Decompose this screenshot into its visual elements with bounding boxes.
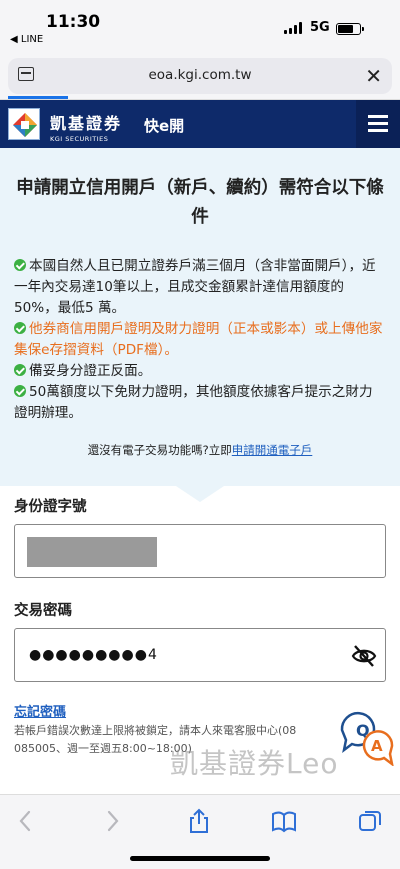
signal-strength-icon: [284, 22, 302, 34]
apply-e-account-link[interactable]: 申請開通電子戶: [232, 443, 313, 457]
status-bar: 11:30 ◀ LINE 5G: [0, 0, 400, 50]
notice-pointer: [176, 486, 224, 502]
password-input[interactable]: ●●●●●●●●●4: [14, 628, 386, 682]
tabs-icon[interactable]: [356, 807, 384, 835]
page-load-progress: [8, 96, 68, 99]
watermark: 凱基證券Leo: [170, 747, 339, 780]
check-circle-icon: [14, 322, 26, 334]
forgot-password-link[interactable]: 忘記密碼: [14, 701, 66, 720]
id-number-input[interactable]: [14, 524, 386, 578]
forward-arrow-icon[interactable]: [98, 807, 126, 835]
requirement-item: 備妥身分證正反面。: [14, 361, 384, 382]
back-arrow-icon[interactable]: [12, 807, 40, 835]
svg-text:A: A: [371, 737, 383, 755]
check-circle-icon: [14, 259, 26, 271]
check-circle-icon: [14, 385, 26, 397]
requirements-list: 本國自然人且已開立證券戶滿三個月（含非當面開戶），近一年內交易達10筆以上，且成…: [14, 256, 384, 424]
clock: 11:30: [46, 12, 101, 32]
share-icon[interactable]: [185, 807, 213, 835]
redacted-value: [27, 537, 157, 567]
notice-title: 申請開立信用開戶（新戶、續約）需符合以下條件: [16, 178, 384, 227]
kgi-logo-icon[interactable]: [8, 108, 40, 140]
quick-open-title: 快e開: [144, 117, 185, 135]
back-to-app-link[interactable]: ◀ LINE: [10, 34, 43, 45]
address-field[interactable]: eoa.kgi.com.tw ✕: [8, 58, 392, 94]
qa-chat-bubble-icon[interactable]: Q A: [338, 708, 396, 766]
network-label: 5G: [310, 20, 330, 35]
requirements-notice: 申請開立信用開戶（新戶、續約）需符合以下條件 本國自然人且已開立證券戶滿三個月（…: [0, 148, 400, 486]
home-indicator: [130, 856, 270, 861]
battery-icon: [336, 23, 364, 35]
password-label: 交易密碼: [14, 603, 72, 619]
check-circle-icon: [14, 364, 26, 376]
eopen-prompt: 還沒有電子交易功能嗎?立即申請開通電子戶: [87, 443, 313, 457]
requirement-item: 他券商信用開戶證明及財力證明（正本或影本）或上傳他家集保e存摺資料（PDF檔）。: [14, 321, 383, 358]
id-number-label: 身份證字號: [14, 499, 87, 515]
brand-name: 凱基證券 KGI SECURITIES: [50, 114, 123, 143]
password-value: ●●●●●●●●●4: [29, 647, 158, 663]
bookmarks-icon[interactable]: [270, 807, 298, 835]
hide-password-eye-icon[interactable]: [351, 643, 377, 669]
hamburger-menu-button[interactable]: [356, 100, 400, 148]
browser-url-bar: eoa.kgi.com.tw ✕: [0, 50, 400, 100]
close-icon[interactable]: ✕: [365, 64, 382, 88]
requirement-item: 本國自然人且已開立證券戶滿三個月（含非當面開戶），近一年內交易達10筆以上，且成…: [14, 258, 376, 316]
site-header: 凱基證券 KGI SECURITIES 快e開: [0, 100, 400, 148]
url-text[interactable]: eoa.kgi.com.tw: [8, 67, 392, 83]
requirement-item: 50萬額度以下免財力證明，其他額度依據客戶提示之財力證明辦理。: [14, 384, 373, 421]
